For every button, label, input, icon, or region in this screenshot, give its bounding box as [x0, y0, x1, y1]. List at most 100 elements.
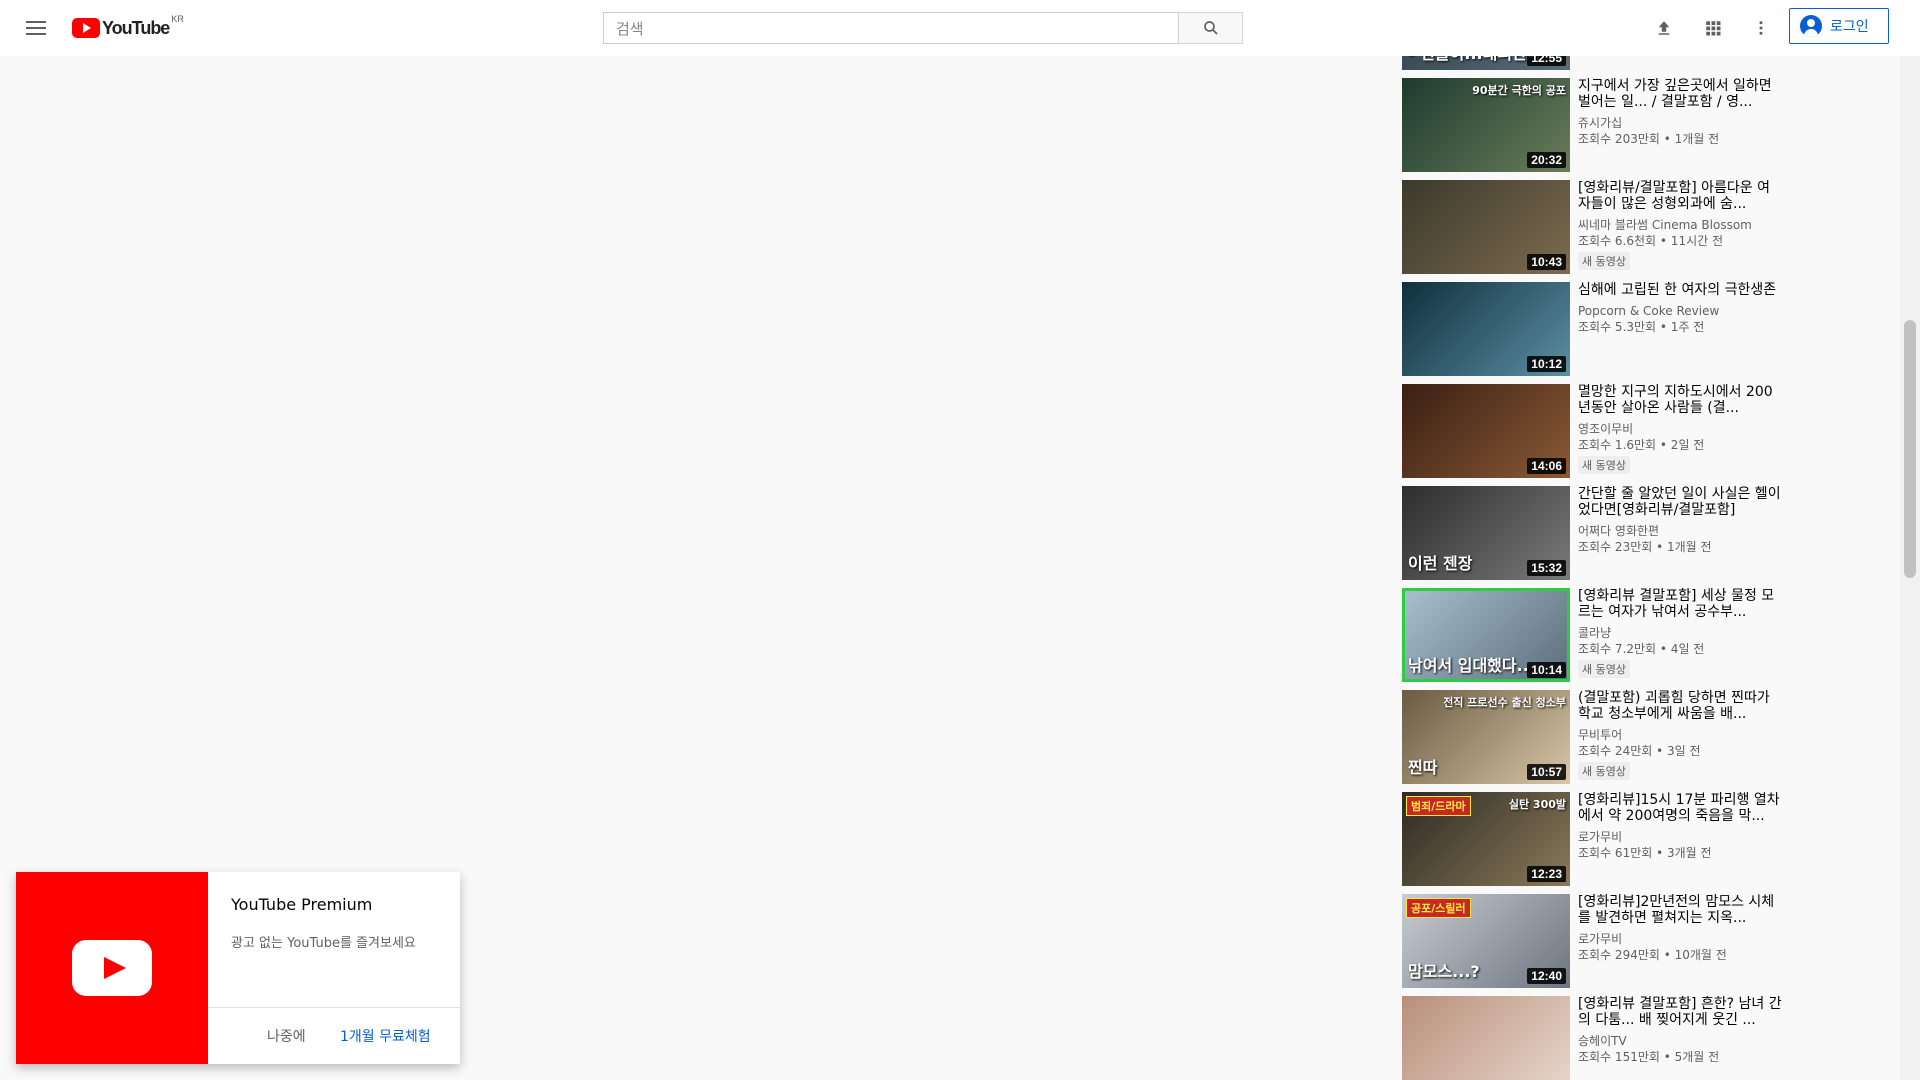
thumbnail-tag: 범죄/드라마: [1406, 796, 1471, 816]
upload-icon: [1658, 21, 1670, 35]
search-input[interactable]: 검색: [603, 12, 1179, 44]
video-title[interactable]: (결말포함) 괴롭힘 당하면 찐따가 학교 청소부에게 싸움을 배...: [1578, 690, 1782, 722]
video-item[interactable]: 전직 프로선수 출신 청소부 찐따 10:57 (결말포함) 괴롭힘 당하면 찐따가 …: [1402, 690, 1782, 792]
video-title[interactable]: [영화리뷰 결말포함] 세상 물정 모르는 여자가 낚여서 공수부...: [1578, 588, 1782, 620]
video-meta: 심해에 고립된 한 여자의 극한생존 Popcorn & Coke Review 조…: [1578, 282, 1782, 384]
channel-name[interactable]: 씨네마 블라썸 Cinema Blossom: [1578, 218, 1782, 232]
video-meta: 지구에서 가장 깊은곳에서 일하면 벌어는 일... / 결말포함 / 영...…: [1578, 78, 1782, 180]
divider: [208, 1007, 460, 1008]
more-vertical-icon: [1759, 21, 1763, 35]
video-views: 조회수 61만회 • 3개월 전: [1578, 846, 1712, 860]
video-duration: 12:23: [1527, 866, 1566, 882]
video-thumbnail[interactable]: 전직 프로선수 출신 청소부 찐따 10:57: [1402, 690, 1570, 784]
channel-name[interactable]: 무비투어: [1578, 728, 1782, 742]
channel-name[interactable]: 영조이무비: [1578, 422, 1782, 436]
video-item[interactable]: 14:06 멸망한 지구의 지하도시에서 200년동안 살아온 사람들 (결...…: [1402, 384, 1782, 486]
video-title[interactable]: 멸망한 지구의 지하도시에서 200년동안 살아온 사람들 (결...: [1578, 384, 1782, 416]
premium-title: YouTube Premium: [231, 895, 373, 914]
video-title[interactable]: [영화리뷰 결말포함] 흔한? 남녀 간의 다툼... 배 찢어지게 웃긴 ..…: [1578, 996, 1782, 1028]
video-views: 조회수 1.6만회 • 2일 전: [1578, 438, 1705, 452]
video-thumbnail[interactable]: 범죄/드라마 실탄 300발 12:23: [1402, 792, 1570, 886]
channel-name[interactable]: 쥬시가십: [1578, 116, 1782, 130]
thumbnail-text: 전직 프로선수 출신 청소부: [1443, 696, 1566, 709]
account-icon: [1800, 15, 1822, 37]
video-views: 조회수 294만회 • 10개월 전: [1578, 948, 1727, 962]
thumbnail-text: 90분간 극한의 공포: [1472, 84, 1566, 97]
thumbnail-caption: 이런 젠장: [1408, 554, 1473, 573]
upload-button[interactable]: [1648, 12, 1680, 44]
channel-name[interactable]: 승헤이TV: [1578, 1034, 1782, 1048]
video-duration: 14:06: [1527, 458, 1566, 474]
logo-text: YouTube: [102, 17, 170, 38]
premium-art: [16, 872, 208, 1064]
menu-icon[interactable]: [20, 12, 52, 44]
video-thumbnail[interactable]: 이런 젠장 15:32: [1402, 486, 1570, 580]
thumbnail-caption: 맘모스...?: [1408, 962, 1480, 981]
video-title[interactable]: 지구에서 가장 깊은곳에서 일하면 벌어는 일... / 결말포함 / 영...: [1578, 78, 1782, 110]
page-scrollbar[interactable]: [1900, 0, 1920, 1080]
thumbnail-caption: 찐따: [1408, 758, 1438, 777]
video-meta: [영화리뷰 결말포함] 흔한? 남녀 간의 다툼... 배 찢어지게 웃긴 ..…: [1578, 996, 1782, 1080]
video-thumbnail[interactable]: 공포/스릴러 맘모스...? 12:40: [1402, 894, 1570, 988]
video-meta: [영화리뷰/결말포함] 아름다운 여자들이 많은 성형외과에 숨... 씨네마 블…: [1578, 180, 1782, 282]
video-item[interactable]: 이런 젠장 15:32 간단할 줄 알았던 일이 사실은 헬이었다면[영화리뷰/결말…: [1402, 486, 1782, 588]
search-placeholder: 검색: [616, 19, 644, 38]
youtube-play-icon: [72, 940, 152, 996]
video-duration: 12:40: [1527, 968, 1566, 984]
video-item[interactable]: 낚여서 입대했다.. 10:14 [영화리뷰 결말포함] 세상 물정 모르는 여자가…: [1402, 588, 1782, 690]
video-meta: [영화리뷰]2만년전의 맘모스 시체를 발견하면 펼쳐지는 지옥... 로가무비조…: [1578, 894, 1782, 996]
channel-name[interactable]: 콜라냥: [1578, 626, 1782, 640]
video-title[interactable]: [영화리뷰]2만년전의 맘모스 시체를 발견하면 펼쳐지는 지옥...: [1578, 894, 1782, 926]
apps-button[interactable]: [1697, 12, 1729, 44]
channel-name[interactable]: 어쩌다 영화한편: [1578, 524, 1782, 538]
later-button[interactable]: 나중에: [267, 1026, 306, 1046]
video-thumbnail[interactable]: 낚여서 입대했다.. 10:14: [1402, 588, 1570, 682]
video-views: 조회수 24만회 • 3일 전: [1578, 744, 1701, 758]
premium-promo-dialog: YouTube Premium 광고 없는 YouTube를 즐겨보세요 나중에…: [16, 872, 460, 1064]
signin-button[interactable]: 로그인: [1789, 8, 1889, 44]
video-thumbnail[interactable]: [1402, 996, 1570, 1080]
logo-country-code: KR: [171, 14, 184, 24]
video-item[interactable]: 10:12 심해에 고립된 한 여자의 극한생존 Popcorn & Coke Re…: [1402, 282, 1782, 384]
channel-name[interactable]: 로가무비: [1578, 932, 1782, 946]
video-views: 조회수 7.2만회 • 4일 전: [1578, 642, 1705, 656]
youtube-logo-icon: [72, 18, 100, 38]
youtube-logo[interactable]: YouTube KR: [72, 14, 184, 39]
video-duration: 20:32: [1527, 152, 1566, 168]
video-thumbnail[interactable]: 10:43: [1402, 180, 1570, 274]
video-views: 조회수 5.3만회 • 1주 전: [1578, 320, 1705, 334]
video-thumbnail[interactable]: 10:12: [1402, 282, 1570, 376]
video-item[interactable]: 범죄/드라마 실탄 300발 12:23 [영화리뷰]15시 17분 파리행 열차에서…: [1402, 792, 1782, 894]
video-title[interactable]: 심해에 고립된 한 여자의 극한생존: [1578, 282, 1782, 298]
video-views: 조회수 6.6천회 • 11시간 전: [1578, 234, 1724, 248]
video-item[interactable]: 공포/스릴러 맘모스...? 12:40 [영화리뷰]2만년전의 맘모스 시체를 발견…: [1402, 894, 1782, 996]
thumbnail-caption: 낚여서 입대했다..: [1408, 656, 1529, 675]
video-duration: 10:43: [1527, 254, 1566, 270]
new-video-badge: 새 동영상: [1578, 762, 1630, 780]
video-meta: [영화리뷰 결말포함] 세상 물정 모르는 여자가 낚여서 공수부... 콜라냥조…: [1578, 588, 1782, 690]
video-item[interactable]: 90분간 극한의 공포 20:32 지구에서 가장 깊은곳에서 일하면 벌어는 일.…: [1402, 78, 1782, 180]
channel-name[interactable]: Popcorn & Coke Review: [1578, 304, 1782, 318]
video-item[interactable]: 10:43 [영화리뷰/결말포함] 아름다운 여자들이 많은 성형외과에 숨...…: [1402, 180, 1782, 282]
video-title[interactable]: [영화리뷰/결말포함] 아름다운 여자들이 많은 성형외과에 숨...: [1578, 180, 1782, 212]
new-video-badge: 새 동영상: [1578, 660, 1630, 678]
search-button[interactable]: [1178, 12, 1243, 44]
video-duration: 15:32: [1527, 560, 1566, 576]
channel-name[interactable]: 로가무비: [1578, 830, 1782, 844]
video-meta: 간단할 줄 알았던 일이 사실은 헬이었다면[영화리뷰/결말포함] 어쩌다 영화한…: [1578, 486, 1782, 588]
signin-label: 로그인: [1830, 19, 1869, 35]
video-meta: 멸망한 지구의 지하도시에서 200년동안 살아온 사람들 (결... 영조이무비…: [1578, 384, 1782, 486]
masthead: YouTube KR 검색 로그인: [0, 0, 1920, 56]
video-item[interactable]: [영화리뷰 결말포함] 흔한? 남녀 간의 다툼... 배 찢어지게 웃긴 ..…: [1402, 996, 1782, 1080]
video-thumbnail[interactable]: 90분간 극한의 공포 20:32: [1402, 78, 1570, 172]
premium-description: 광고 없는 YouTube를 즐겨보세요: [231, 936, 416, 951]
scrollbar-thumb[interactable]: [1904, 320, 1916, 578]
premium-body: YouTube Premium 광고 없는 YouTube를 즐겨보세요 나중에…: [208, 872, 460, 1064]
settings-more-button[interactable]: [1745, 12, 1777, 44]
thumbnail-text: 실탄 300발: [1508, 798, 1566, 811]
video-title[interactable]: 간단할 줄 알았던 일이 사실은 헬이었다면[영화리뷰/결말포함]: [1578, 486, 1782, 518]
video-title[interactable]: [영화리뷰]15시 17분 파리행 열차에서 약 200여명의 죽음을 막...: [1578, 792, 1782, 824]
video-thumbnail[interactable]: 14:06: [1402, 384, 1570, 478]
free-trial-button[interactable]: 1개월 무료체험: [340, 1026, 431, 1046]
video-views: 조회수 151만회 • 5개월 전: [1578, 1050, 1720, 1064]
